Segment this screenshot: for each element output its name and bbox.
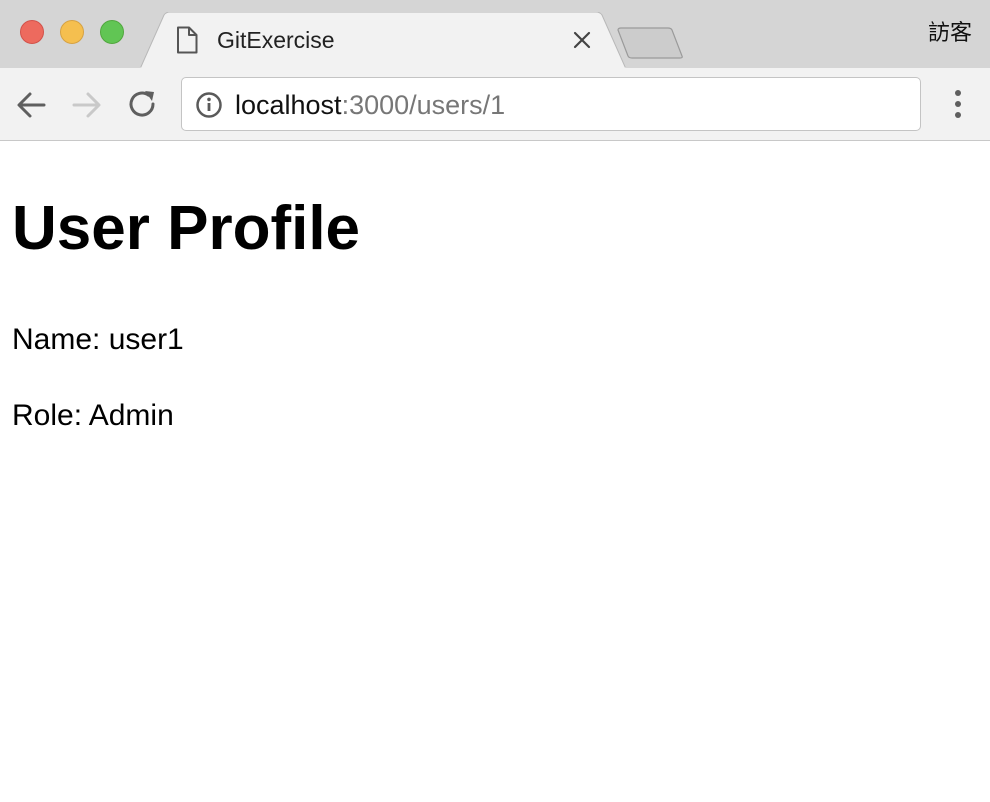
info-icon[interactable] bbox=[195, 91, 223, 119]
user-role-text: Role: Admin bbox=[12, 399, 174, 432]
new-tab-icon[interactable] bbox=[616, 26, 688, 60]
profile-label[interactable]: 訪客 bbox=[928, 20, 972, 46]
forward-arrow-icon[interactable] bbox=[70, 88, 104, 122]
back-arrow-icon[interactable] bbox=[14, 88, 48, 122]
close-icon[interactable] bbox=[570, 28, 594, 52]
window-zoom-button[interactable] bbox=[100, 20, 124, 44]
page-icon bbox=[176, 26, 198, 54]
window-close-button[interactable] bbox=[20, 20, 44, 44]
url-text[interactable]: localhost:3000/users/1 bbox=[235, 90, 505, 120]
tab-title: GitExercise bbox=[217, 27, 335, 53]
url-path: :3000/users/1 bbox=[341, 90, 506, 120]
window-minimize-button[interactable] bbox=[60, 20, 84, 44]
url-host: localhost bbox=[235, 90, 342, 120]
reload-icon[interactable] bbox=[126, 88, 160, 122]
page-title: User Profile bbox=[12, 194, 361, 263]
tab-strip: GitExercise 訪客 bbox=[0, 0, 990, 69]
browser-toolbar: localhost:3000/users/1 bbox=[0, 68, 990, 141]
page-content: User Profile Name: user1 Role: Admin bbox=[0, 142, 990, 802]
tab-gitexercise[interactable]: GitExercise bbox=[140, 12, 626, 69]
address-bar[interactable]: localhost:3000/users/1 bbox=[181, 77, 921, 131]
kebab-menu-icon[interactable] bbox=[944, 88, 972, 122]
user-name-text: Name: user1 bbox=[12, 323, 184, 356]
browser-window: GitExercise 訪客 localhost:3000/users/1 Us… bbox=[0, 0, 990, 802]
tab-background bbox=[140, 12, 626, 69]
